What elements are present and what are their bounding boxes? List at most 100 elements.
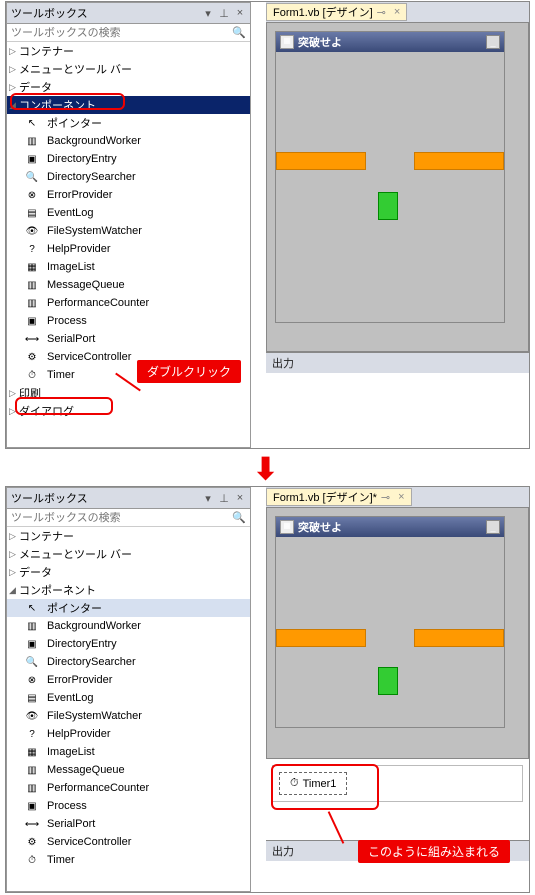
- mq-icon: ▥: [25, 763, 39, 777]
- item-messagequeue[interactable]: ▥MessageQueue: [7, 761, 250, 779]
- designer-surface[interactable]: ▦ 突破せよ _: [266, 507, 529, 759]
- tab-bar: Form1.vb [デザイン]* ⊸ ×: [266, 487, 529, 507]
- item-imagelist[interactable]: ▦ImageList: [7, 743, 250, 761]
- item-pointer[interactable]: ↖ポインター: [7, 599, 250, 617]
- help-icon: ?: [25, 727, 39, 741]
- pin-icon[interactable]: ⊸: [377, 6, 386, 19]
- tab-label: Form1.vb [デザイン]: [273, 4, 373, 20]
- pointer-icon: ↖: [25, 601, 39, 615]
- error-icon: ⊗: [25, 188, 39, 202]
- dropdown-icon[interactable]: ▾: [202, 7, 214, 20]
- process-icon: ▣: [25, 799, 39, 813]
- imglist-icon: ▦: [25, 745, 39, 759]
- item-timer[interactable]: ⏱Timer: [7, 851, 250, 869]
- serial-icon: ⟷: [25, 817, 39, 831]
- pin-icon[interactable]: ⊥: [218, 492, 230, 505]
- orange-left: [276, 629, 366, 647]
- green-block: [378, 192, 398, 220]
- worker-icon: ▥: [25, 134, 39, 148]
- timer-icon: ⏱: [25, 368, 39, 382]
- item-serialport[interactable]: ⟷SerialPort: [7, 815, 250, 833]
- item-process[interactable]: ▣Process: [7, 312, 250, 330]
- fsw-icon: 👁: [25, 224, 39, 238]
- form-titlebar: ▦ 突破せよ _: [276, 517, 504, 537]
- item-perfcounter[interactable]: ▥PerformanceCounter: [7, 779, 250, 797]
- item-filesystemwatcher[interactable]: 👁FileSystemWatcher: [7, 707, 250, 725]
- fsw-icon: 👁: [25, 709, 39, 723]
- pin-icon[interactable]: ⊸: [381, 491, 390, 504]
- item-servicecontroller[interactable]: ⚙ServiceController: [7, 833, 250, 851]
- item-perfcounter[interactable]: ▥PerformanceCounter: [7, 294, 250, 312]
- item-directorysearcher[interactable]: 🔍DirectorySearcher: [7, 168, 250, 186]
- toolbox-search[interactable]: 🔍: [7, 24, 250, 42]
- error-icon: ⊗: [25, 673, 39, 687]
- item-serialport[interactable]: ⟷SerialPort: [7, 330, 250, 348]
- category-container[interactable]: ▷コンテナー: [7, 527, 250, 545]
- form-client[interactable]: [276, 537, 504, 727]
- timer-icon: ⏱: [25, 853, 39, 867]
- item-directoryentry[interactable]: ▣DirectoryEntry: [7, 635, 250, 653]
- search-icon: 🔍: [232, 26, 246, 39]
- form-window[interactable]: ▦ 突破せよ _: [275, 516, 505, 728]
- search-input[interactable]: [11, 27, 232, 39]
- output-header[interactable]: 出力: [266, 352, 529, 373]
- item-process[interactable]: ▣Process: [7, 797, 250, 815]
- item-filesystemwatcher[interactable]: 👁FileSystemWatcher: [7, 222, 250, 240]
- dirent-icon: ▣: [25, 637, 39, 651]
- orange-right: [414, 152, 504, 170]
- toolbox-search[interactable]: 🔍: [7, 509, 250, 527]
- eventlog-icon: ▤: [25, 691, 39, 705]
- down-arrow-icon: ⬇: [253, 452, 278, 487]
- item-directorysearcher[interactable]: 🔍DirectorySearcher: [7, 653, 250, 671]
- close-icon[interactable]: ×: [234, 492, 246, 505]
- category-components[interactable]: ◢コンポーネント: [7, 581, 250, 599]
- item-helpprovider[interactable]: ?HelpProvider: [7, 240, 250, 258]
- highlight-components: [10, 93, 125, 110]
- close-tab-icon[interactable]: ×: [394, 6, 400, 18]
- dirent-icon: ▣: [25, 152, 39, 166]
- pin-icon[interactable]: ⊥: [218, 7, 230, 20]
- tab-form1[interactable]: Form1.vb [デザイン] ⊸ ×: [266, 3, 407, 21]
- item-errorprovider[interactable]: ⊗ErrorProvider: [7, 671, 250, 689]
- item-directoryentry[interactable]: ▣DirectoryEntry: [7, 150, 250, 168]
- item-helpprovider[interactable]: ?HelpProvider: [7, 725, 250, 743]
- callout-embed: このように組み込まれる: [358, 840, 510, 863]
- output-area: [266, 373, 529, 447]
- category-container[interactable]: ▷コンテナー: [7, 42, 250, 60]
- minimize-icon[interactable]: _: [486, 35, 500, 49]
- item-errorprovider[interactable]: ⊗ErrorProvider: [7, 186, 250, 204]
- pointer-icon: ↖: [25, 116, 39, 130]
- tab-form1[interactable]: Form1.vb [デザイン]* ⊸ ×: [266, 488, 412, 506]
- item-backgroundworker[interactable]: ▥BackgroundWorker: [7, 132, 250, 150]
- form-titlebar: ▦ 突破せよ _: [276, 32, 504, 52]
- item-messagequeue[interactable]: ▥MessageQueue: [7, 276, 250, 294]
- category-menus[interactable]: ▷メニューとツール バー: [7, 545, 250, 563]
- close-icon[interactable]: ×: [234, 7, 246, 20]
- dirsearch-icon: 🔍: [25, 170, 39, 184]
- category-menus[interactable]: ▷メニューとツール バー: [7, 60, 250, 78]
- form-icon: ▦: [280, 520, 294, 534]
- toolbox-title: ツールボックス: [11, 490, 202, 506]
- item-pointer[interactable]: ↖ポインター: [7, 114, 250, 132]
- orange-left: [276, 152, 366, 170]
- callout-doubleclick: ダブルクリック: [137, 360, 241, 383]
- form-client[interactable]: [276, 52, 504, 322]
- search-input[interactable]: [11, 512, 232, 524]
- category-data[interactable]: ▷データ: [7, 563, 250, 581]
- form-window[interactable]: ▦ 突破せよ _: [275, 31, 505, 323]
- tab-bar: Form1.vb [デザイン] ⊸ ×: [266, 2, 529, 22]
- help-icon: ?: [25, 242, 39, 256]
- close-tab-icon[interactable]: ×: [398, 491, 404, 503]
- item-imagelist[interactable]: ▦ImageList: [7, 258, 250, 276]
- mq-icon: ▥: [25, 278, 39, 292]
- item-eventlog[interactable]: ▤EventLog: [7, 689, 250, 707]
- dropdown-icon[interactable]: ▾: [202, 492, 214, 505]
- item-eventlog[interactable]: ▤EventLog: [7, 204, 250, 222]
- toolbox-header: ツールボックス ▾ ⊥ ×: [7, 3, 250, 24]
- designer-surface[interactable]: ▦ 突破せよ _: [266, 22, 529, 352]
- item-backgroundworker[interactable]: ▥BackgroundWorker: [7, 617, 250, 635]
- serial-icon: ⟷: [25, 332, 39, 346]
- perf-icon: ▥: [25, 296, 39, 310]
- worker-icon: ▥: [25, 619, 39, 633]
- minimize-icon[interactable]: _: [486, 520, 500, 534]
